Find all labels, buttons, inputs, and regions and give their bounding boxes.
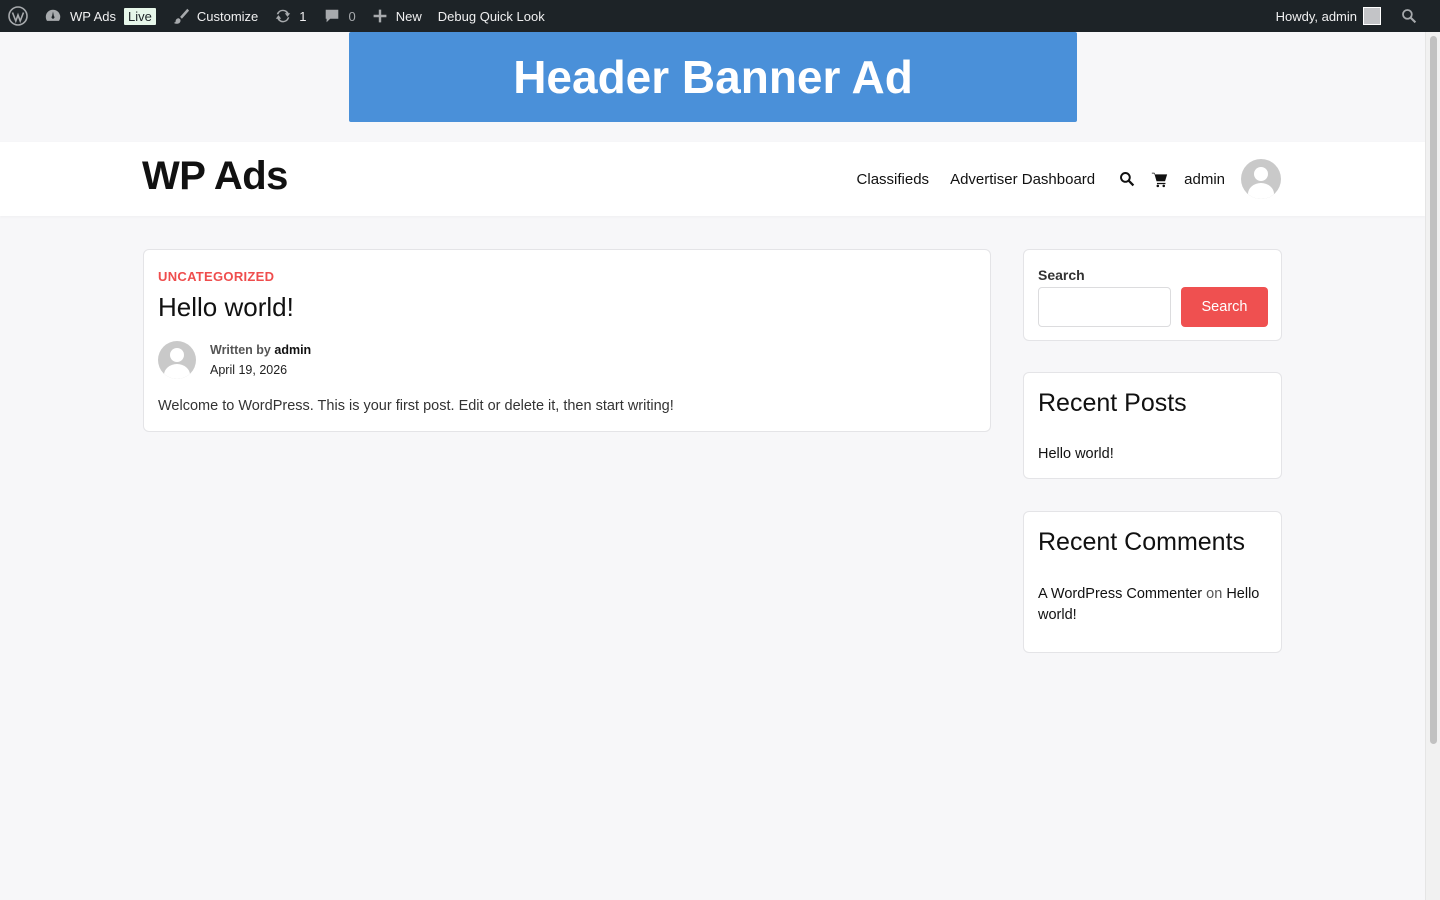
recent-comment-item: A WordPress Commenter on Hello world! bbox=[1038, 584, 1268, 626]
comment-icon bbox=[325, 9, 338, 23]
recent-posts-title: Recent Posts bbox=[1038, 389, 1187, 417]
new-label: New bbox=[395, 8, 422, 24]
customize-label: Customize bbox=[196, 8, 259, 24]
admin-avatar bbox=[1363, 7, 1381, 25]
updates-link[interactable]: 1 bbox=[266, 0, 314, 32]
my-account-menu[interactable]: Howdy, admin bbox=[1268, 0, 1389, 32]
search-widget: Search Search bbox=[1023, 249, 1282, 341]
post-author[interactable]: admin bbox=[274, 343, 311, 357]
site-title[interactable]: WP Ads bbox=[142, 154, 288, 199]
debug-label: Debug Quick Look bbox=[437, 8, 545, 24]
comment-author-link[interactable]: A WordPress Commenter bbox=[1038, 586, 1202, 602]
post-title[interactable]: Hello world! bbox=[158, 292, 294, 323]
header-banner-ad[interactable]: Header Banner Ad bbox=[349, 32, 1077, 122]
site-name-menu[interactable]: WP Ads Live bbox=[36, 0, 164, 32]
wordpress-logo-icon[interactable] bbox=[0, 0, 36, 32]
banner-area: Header Banner Ad bbox=[0, 32, 1425, 142]
scrollbar-thumb[interactable] bbox=[1430, 36, 1437, 744]
live-badge: Live bbox=[124, 7, 156, 25]
post-date: April 19, 2026 bbox=[210, 363, 288, 377]
search-widget-label: Search bbox=[1038, 267, 1085, 283]
new-content-menu[interactable]: New bbox=[364, 0, 430, 32]
post-author-line: Written by admin bbox=[210, 343, 311, 357]
comments-link[interactable]: 0 bbox=[315, 0, 364, 32]
post-card: UNCATEGORIZED Hello world! Written by ad… bbox=[143, 249, 991, 432]
recent-comments-title: Recent Comments bbox=[1038, 528, 1246, 556]
nav-classifieds[interactable]: Classifieds bbox=[857, 171, 930, 188]
main-navigation: Classifieds Advertiser Dashboard admin bbox=[836, 142, 1281, 216]
page-scrollbar[interactable] bbox=[1425, 32, 1440, 900]
plus-icon bbox=[373, 9, 387, 23]
recent-post-link[interactable]: Hello world! bbox=[1038, 446, 1114, 462]
author-avatar bbox=[158, 341, 196, 379]
search-button[interactable]: Search bbox=[1181, 287, 1268, 327]
brush-icon bbox=[173, 8, 189, 24]
dashboard-icon bbox=[45, 9, 61, 21]
site-header: WP Ads Classifieds Advertiser Dashboard … bbox=[0, 142, 1425, 216]
admin-search-icon[interactable] bbox=[1389, 0, 1440, 32]
comments-count: 0 bbox=[348, 8, 356, 24]
comment-on-label: on bbox=[1206, 586, 1223, 602]
site-name-label: WP Ads bbox=[70, 8, 117, 24]
updates-icon bbox=[276, 9, 291, 23]
recent-posts-widget: Recent Posts Hello world! bbox=[1023, 372, 1282, 479]
post-excerpt: Welcome to WordPress. This is your first… bbox=[158, 398, 674, 414]
cart-icon[interactable] bbox=[1151, 171, 1168, 188]
post-category[interactable]: UNCATEGORIZED bbox=[158, 269, 274, 284]
nav-advertiser-dashboard[interactable]: Advertiser Dashboard bbox=[950, 171, 1095, 188]
howdy-label: Howdy, admin bbox=[1275, 8, 1357, 24]
search-input[interactable] bbox=[1038, 287, 1171, 327]
recent-comments-widget: Recent Comments A WordPress Commenter on… bbox=[1023, 511, 1282, 653]
admin-bar: WP Ads Live Customize 1 0 New Debug Quic… bbox=[0, 0, 1440, 32]
search-icon[interactable] bbox=[1119, 171, 1135, 187]
updates-count: 1 bbox=[299, 8, 307, 24]
written-by-label: Written by bbox=[210, 343, 271, 357]
debug-quick-look-link[interactable]: Debug Quick Look bbox=[430, 0, 553, 32]
nav-user-name[interactable]: admin bbox=[1184, 171, 1225, 188]
customize-link[interactable]: Customize bbox=[164, 0, 266, 32]
user-avatar[interactable] bbox=[1241, 159, 1281, 199]
